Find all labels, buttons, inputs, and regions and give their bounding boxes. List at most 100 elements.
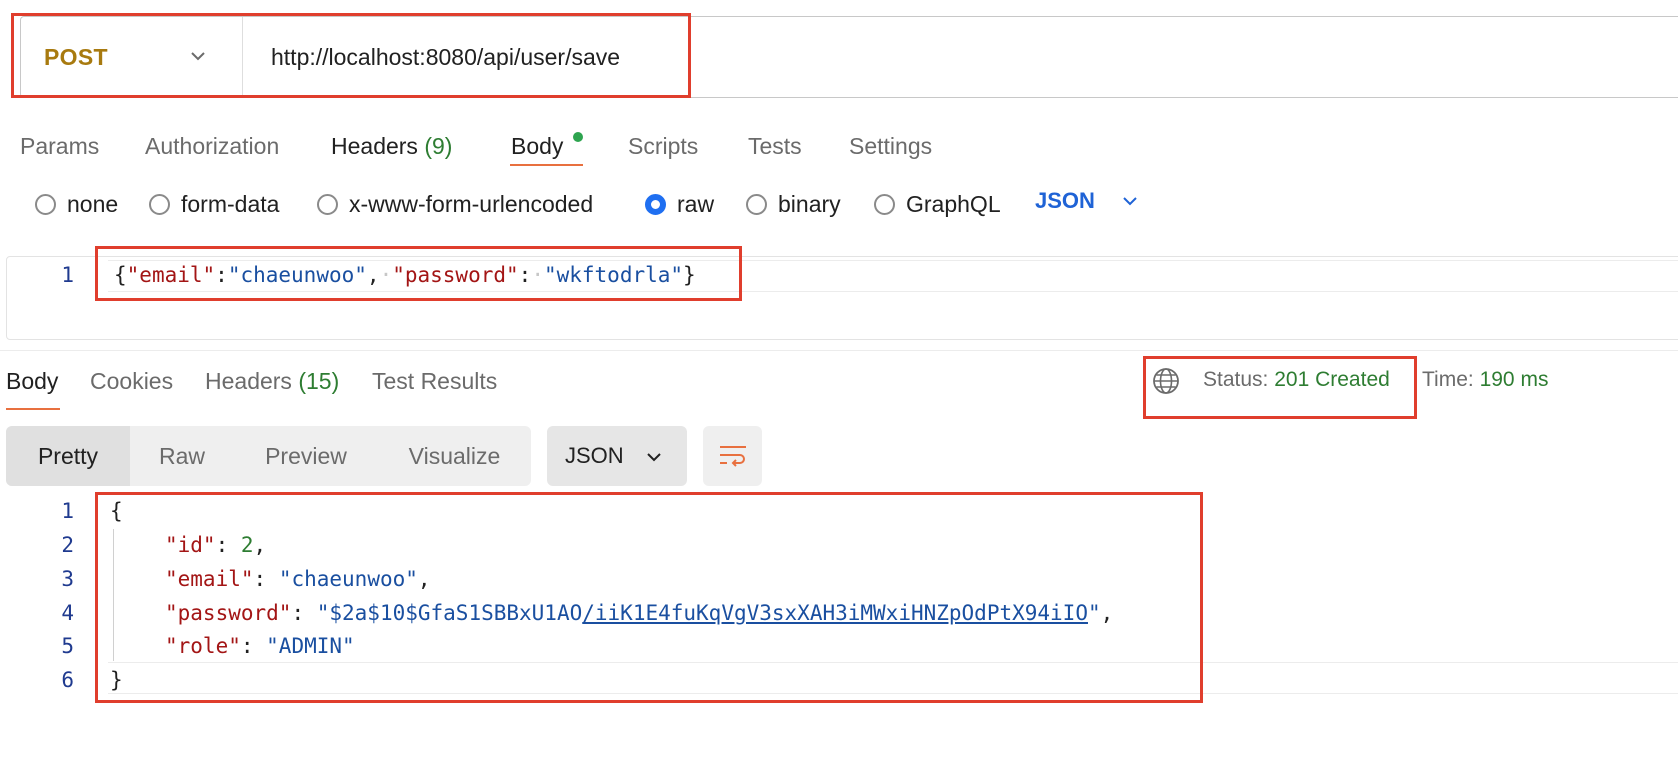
- radio-graphql-circle[interactable]: [874, 193, 895, 215]
- tab-body[interactable]: Body: [511, 133, 563, 160]
- radio-none-circle[interactable]: [35, 193, 56, 215]
- radio-graphql-label: GraphQL: [906, 190, 1001, 217]
- token-key-email: "email": [165, 567, 254, 591]
- token-colon: :: [215, 263, 228, 287]
- line-number: 6: [61, 668, 74, 692]
- token-colon: :: [215, 533, 241, 557]
- radio-binary-label: binary: [778, 190, 841, 217]
- token-comma: ,: [366, 263, 380, 287]
- response-tab-body-underline: [6, 408, 60, 410]
- view-mode-raw[interactable]: Raw: [130, 426, 234, 486]
- wrap-lines-icon: [719, 446, 746, 467]
- line-number: 3: [61, 567, 74, 591]
- radio-binary[interactable]: binary: [746, 189, 841, 219]
- token-value-password: "$2a$10$GfaS1SBBxU1AO: [316, 601, 583, 625]
- chevron-down-icon: [191, 52, 205, 61]
- response-tab-test-results[interactable]: Test Results: [372, 368, 497, 395]
- view-mode-switch: Pretty Raw Preview Visualize: [6, 426, 531, 486]
- token-brace-close: }: [683, 263, 696, 287]
- request-bar: POST: [20, 16, 1678, 98]
- section-divider: [0, 350, 1678, 351]
- token-colon: :: [291, 601, 317, 625]
- token-comma: ,: [1100, 601, 1114, 625]
- url-input[interactable]: [271, 39, 1271, 75]
- line-number: 4: [61, 601, 74, 625]
- radio-urlencoded-circle[interactable]: [317, 193, 338, 215]
- method-select[interactable]: POST: [21, 17, 243, 97]
- radio-form-data[interactable]: form-data: [149, 189, 279, 219]
- token-whitespace: ·: [379, 263, 393, 287]
- tab-body-underline: [510, 164, 583, 166]
- radio-form-data-label: form-data: [181, 190, 280, 217]
- token-whitespace: ·: [531, 263, 544, 287]
- token-value-password-end: ": [1087, 601, 1101, 625]
- token-key-password: "password": [392, 263, 519, 287]
- method-label: POST: [44, 43, 108, 70]
- token-key-id: "id": [165, 533, 216, 557]
- token-value-role: "ADMIN": [266, 634, 355, 658]
- response-format-select[interactable]: JSON: [547, 426, 687, 486]
- tab-settings[interactable]: Settings: [849, 133, 932, 160]
- wrap-lines-button[interactable]: [703, 426, 762, 486]
- response-tab-body[interactable]: Body: [6, 368, 58, 395]
- response-tab-headers-count: (15): [298, 368, 340, 394]
- response-tab-headers[interactable]: Headers (15): [205, 368, 339, 395]
- tab-tests[interactable]: Tests: [748, 133, 802, 160]
- token-key-email: "email": [126, 263, 216, 287]
- radio-none-label: none: [67, 190, 119, 217]
- tab-headers-count: (9): [424, 133, 453, 159]
- line-number: 1: [61, 263, 74, 287]
- response-line-role: "role": "ADMIN": [165, 634, 355, 658]
- token-brace-close: }: [110, 668, 123, 692]
- token-brace-open: {: [110, 499, 123, 523]
- radio-raw-label: raw: [677, 190, 715, 217]
- request-body-line[interactable]: {"email":"chaeunwoo",·"password":·"wkfto…: [114, 263, 696, 287]
- view-mode-pretty[interactable]: Pretty: [6, 426, 130, 486]
- time-label: Time:: [1422, 368, 1474, 391]
- response-tab-cookies[interactable]: Cookies: [90, 368, 173, 395]
- response-time[interactable]: Time: 190 ms: [1422, 368, 1548, 392]
- view-mode-visualize[interactable]: Visualize: [378, 426, 531, 486]
- response-line-email: "email": "chaeunwoo",: [165, 567, 431, 591]
- response-line-id: "id": 2,: [165, 533, 266, 557]
- token-key-role: "role": [165, 634, 241, 658]
- line-number: 5: [61, 634, 74, 658]
- language-label: JSON: [1035, 188, 1095, 213]
- globe-icon[interactable]: [1152, 367, 1180, 395]
- radio-none[interactable]: none: [35, 189, 118, 219]
- token-value-password: "wkftodrla": [543, 263, 684, 287]
- radio-binary-circle[interactable]: [746, 193, 767, 215]
- token-colon: :: [253, 567, 279, 591]
- token-colon: :: [240, 634, 267, 658]
- tab-authorization[interactable]: Authorization: [145, 133, 279, 160]
- token-brace-open: {: [114, 263, 127, 287]
- tab-headers-label: Headers: [331, 133, 418, 159]
- active-line: [108, 662, 1678, 694]
- status-label: Status:: [1203, 368, 1269, 391]
- response-tab-headers-label: Headers: [205, 368, 292, 394]
- token-value-password-link[interactable]: /iiK1E4fuKqVgV3sxXAH3iMWxiHNZpOdPtX94iIO: [582, 601, 1088, 625]
- radio-raw-circle[interactable]: [645, 193, 666, 215]
- radio-urlencoded[interactable]: x-www-form-urlencoded: [317, 189, 593, 219]
- language-select[interactable]: JSON: [1035, 188, 1139, 214]
- tab-scripts[interactable]: Scripts: [628, 133, 698, 160]
- view-mode-preview[interactable]: Preview: [234, 426, 378, 486]
- radio-form-data-circle[interactable]: [149, 193, 170, 215]
- body-modified-dot: [573, 132, 583, 142]
- radio-graphql[interactable]: GraphQL: [874, 189, 1001, 219]
- tab-headers[interactable]: Headers (9): [331, 133, 452, 160]
- token-comma: ,: [253, 533, 267, 557]
- tab-params[interactable]: Params: [20, 133, 99, 160]
- token-value-email: "chaeunwoo": [227, 263, 367, 287]
- chevron-down-icon: [1123, 197, 1137, 206]
- radio-raw[interactable]: raw: [645, 189, 714, 219]
- line-number: 1: [61, 499, 74, 523]
- token-value-id: 2: [240, 533, 254, 557]
- response-status[interactable]: Status: 201 Created: [1203, 368, 1390, 392]
- token-comma: ,: [417, 567, 431, 591]
- response-line-open: {: [110, 499, 123, 523]
- radio-urlencoded-label: x-www-form-urlencoded: [349, 190, 594, 217]
- token-value-email: "chaeunwoo": [278, 567, 418, 591]
- token-colon: :: [518, 263, 532, 287]
- response-line-password: "password": "$2a$10$GfaS1SBBxU1AO/iiK1E4…: [165, 601, 1113, 625]
